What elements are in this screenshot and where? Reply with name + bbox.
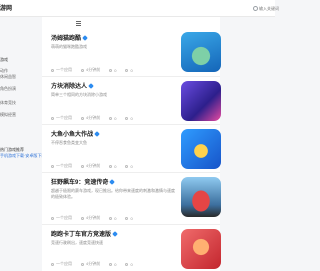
- meta-likes: 0: [114, 115, 117, 121]
- card-title-text[interactable]: 大鱼小鱼大作战: [51, 129, 93, 138]
- app-icon: [51, 116, 54, 120]
- meta-comments: 0: [130, 115, 133, 121]
- clock-icon: [81, 216, 84, 220]
- meta-comments: 0: [130, 163, 133, 169]
- card-title[interactable]: 跑跑卡丁车官方竞速版: [51, 229, 118, 238]
- sidebar-category[interactable]: 角色扮演: [0, 86, 16, 92]
- card-title-text[interactable]: 狂野飙车9：竞速传奇: [51, 177, 108, 186]
- meta-time: 4分钟前: [86, 115, 101, 120]
- meta-comments: 0: [130, 67, 133, 73]
- clock-icon: [81, 68, 84, 72]
- verified-icon: [82, 34, 88, 41]
- meta-source: 一个应用: [56, 215, 72, 220]
- card-title-text[interactable]: 汤姆猫跑酷: [51, 33, 81, 42]
- comment-icon[interactable]: [125, 164, 129, 168]
- sidebar-category[interactable]: 体育竞技: [0, 100, 16, 106]
- search-icon[interactable]: [253, 6, 258, 11]
- top-bar: 游网: [0, 0, 279, 17]
- comment-icon[interactable]: [125, 216, 129, 220]
- app-icon: [51, 68, 54, 72]
- site-brand[interactable]: 游网: [0, 3, 12, 12]
- tom-cat-icon[interactable]: [181, 32, 221, 72]
- card-description: 不停吞食鱼类变大鱼: [51, 140, 87, 145]
- meta-comments: 0: [130, 261, 133, 267]
- card-description: 竞速行驶刷出，速度竞速快速: [51, 240, 103, 245]
- like-icon[interactable]: [109, 116, 113, 120]
- clock-icon: [81, 164, 84, 168]
- card-title[interactable]: 汤姆猫跑酷: [51, 33, 88, 42]
- verified-icon: [88, 82, 94, 89]
- app-icon: [51, 164, 54, 168]
- card-title[interactable]: 狂野飙车9：竞速传奇: [51, 177, 116, 186]
- meta-likes: 0: [114, 215, 117, 221]
- piano-tiles-icon[interactable]: [181, 81, 221, 121]
- fish-icon[interactable]: [181, 129, 221, 169]
- kart-racer-icon[interactable]: [181, 229, 221, 269]
- comment-icon[interactable]: [125, 262, 129, 266]
- meta-comments: 0: [130, 215, 133, 221]
- racing-car-icon[interactable]: [181, 177, 221, 217]
- comment-icon[interactable]: [125, 116, 129, 120]
- meta-time: 4分钟前: [86, 261, 101, 266]
- verified-icon: [109, 178, 116, 185]
- sidebar-category[interactable]: 游戏: [0, 57, 8, 63]
- card-title[interactable]: 方块消除达人: [51, 81, 94, 90]
- app-icon: [51, 216, 54, 220]
- sidebar-category[interactable]: 模拟经营: [0, 112, 16, 118]
- card-title[interactable]: 大鱼小鱼大作战: [51, 129, 100, 138]
- meta-time: 4分钟前: [86, 215, 101, 220]
- meta-likes: 0: [114, 163, 117, 169]
- card-description: 超越于极限的赛车游戏，现已推出。给你带来速度的刺激和激情与速度的极致体验。: [51, 188, 175, 199]
- verified-icon: [94, 130, 100, 137]
- card-description: 萌萌的猫咪跑酷游戏: [51, 44, 87, 49]
- meta-source: 一个应用: [56, 261, 72, 266]
- like-icon[interactable]: [109, 216, 113, 220]
- card-meta: 一个应用 4分钟前 0 0: [51, 215, 133, 221]
- meta-source: 一个应用: [56, 115, 72, 120]
- clock-icon: [81, 116, 84, 120]
- like-icon[interactable]: [109, 68, 113, 72]
- verified-icon: [112, 230, 118, 237]
- card-description: 简单三个相同的方块消除小游戏: [51, 92, 107, 97]
- meta-likes: 0: [114, 261, 117, 267]
- app-feed: 汤姆猫跑酷 萌萌的猫咪跑酷游戏 一个应用 4分钟前 0 0 方块消除达人 简单三…: [42, 17, 221, 271]
- sidebar-link[interactable]: 手机游戏下载·安卓版下载: [0, 153, 45, 159]
- meta-likes: 0: [114, 67, 117, 73]
- sidebar: 游戏 动作 休闲益智 角色扮演 体育竞技 模拟经营 热门游戏推荐 手机游戏下载·…: [0, 17, 45, 271]
- comment-icon[interactable]: [125, 68, 129, 72]
- card-title-text[interactable]: 方块消除达人: [51, 81, 87, 90]
- meta-time: 4分钟前: [86, 67, 101, 72]
- like-icon[interactable]: [109, 164, 113, 168]
- menu-icon[interactable]: [76, 21, 81, 27]
- like-icon[interactable]: [109, 262, 113, 266]
- card-meta: 一个应用 4分钟前 0 0: [51, 163, 133, 169]
- sidebar-category[interactable]: 休闲益智: [0, 74, 16, 80]
- meta-source: 一个应用: [56, 67, 72, 72]
- clock-icon: [81, 262, 84, 266]
- card-title-text[interactable]: 跑跑卡丁车官方竞速版: [51, 229, 111, 238]
- card-meta: 一个应用 4分钟前 0 0: [51, 261, 133, 267]
- meta-time: 4分钟前: [86, 163, 101, 168]
- card-meta: 一个应用 4分钟前 0 0: [51, 115, 133, 121]
- search-box[interactable]: [253, 4, 279, 13]
- search-input[interactable]: [259, 6, 279, 11]
- meta-source: 一个应用: [56, 163, 72, 168]
- card-meta: 一个应用 4分钟前 0 0: [51, 67, 133, 73]
- app-icon: [51, 262, 54, 266]
